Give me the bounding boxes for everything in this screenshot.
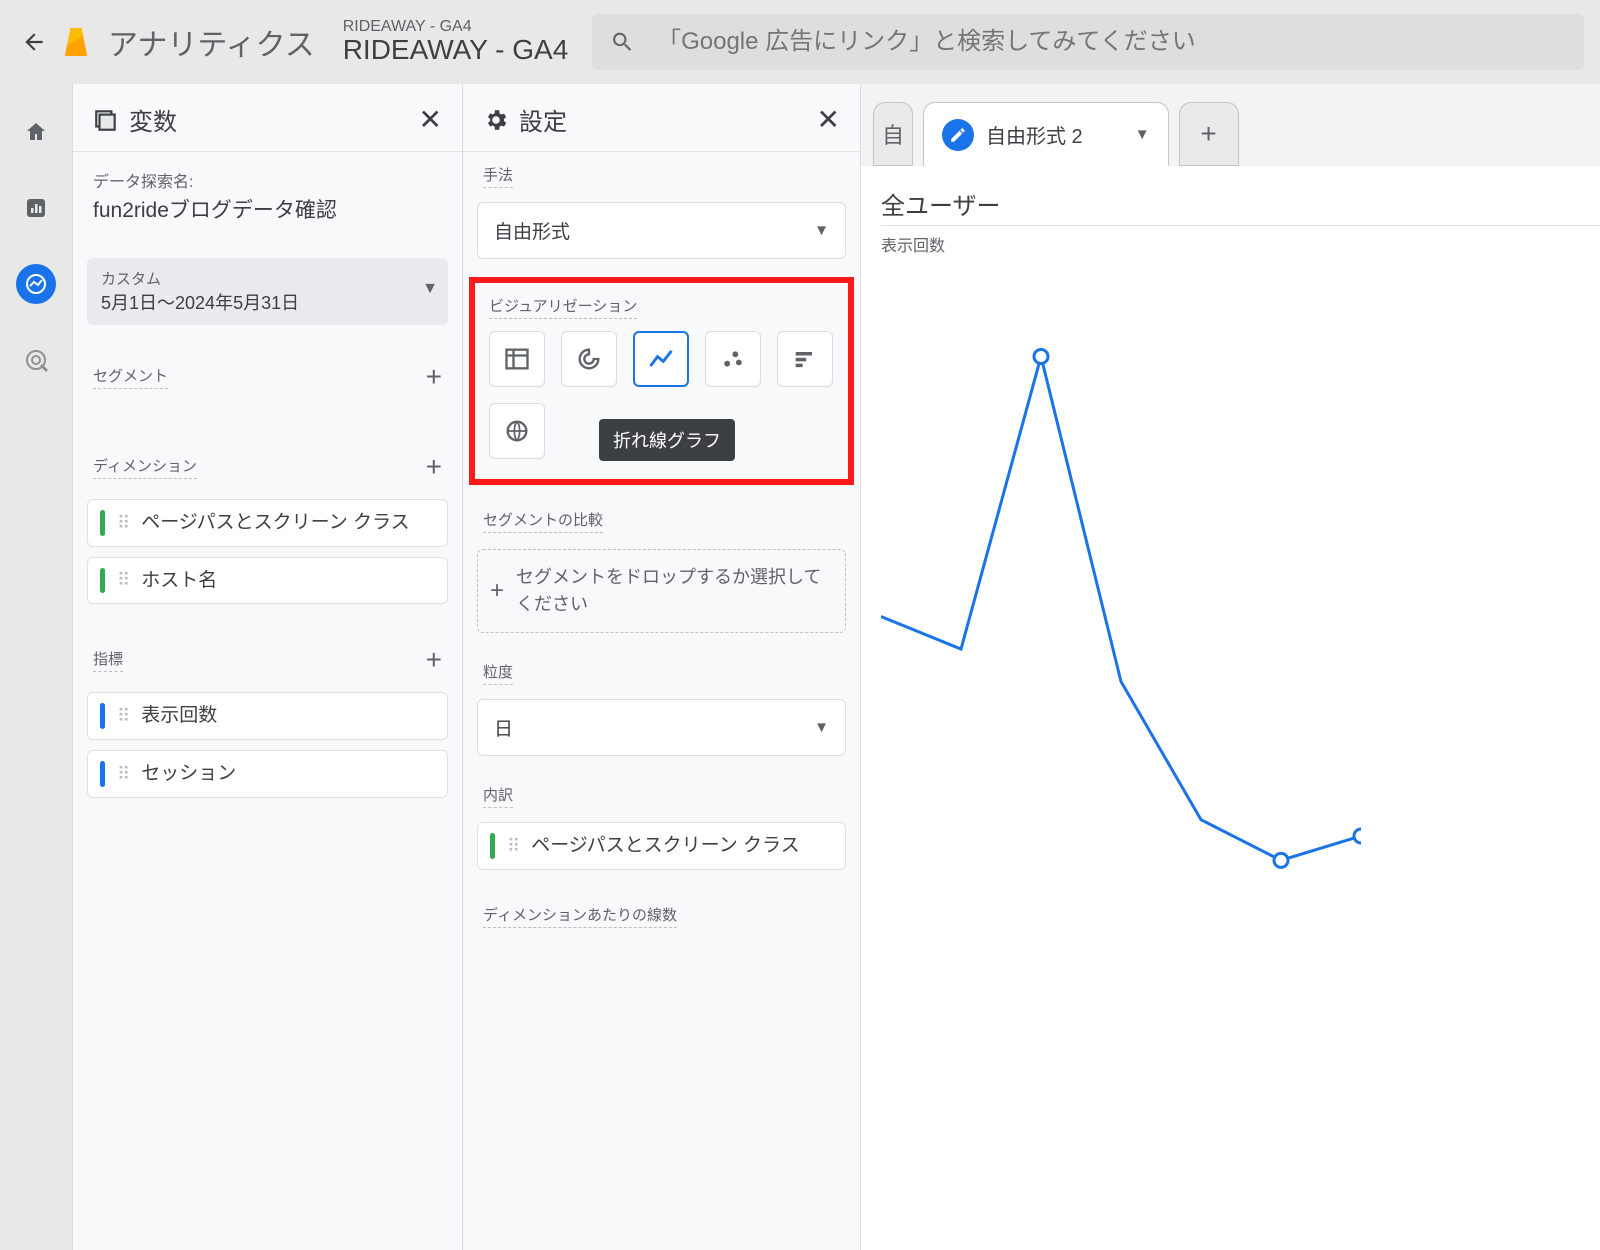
metrics-label: 指標 — [93, 648, 123, 672]
chevron-down-icon: ▼ — [422, 280, 438, 298]
metric-label: セッション — [141, 761, 236, 787]
close-settings-button[interactable]: ✕ — [817, 103, 840, 136]
chevron-down-icon: ▼ — [814, 222, 829, 239]
gear-icon — [483, 107, 509, 133]
metric-chip[interactable]: ⠿ セッション — [87, 750, 448, 798]
breakdown-chip[interactable]: ⠿ ページパスとスクリーン クラス — [477, 822, 846, 870]
metric-color-bar — [100, 761, 105, 787]
chart-subtitle: 表示回数 — [881, 232, 1600, 256]
segment-dropzone[interactable]: + セグメントをドロップするか選択してください — [477, 549, 846, 633]
chart-title: 全ユーザー — [881, 186, 1600, 226]
app-title: アナリティクス — [108, 20, 315, 64]
exploration-canvas: 自 自由形式 2 ▼ + 全ユーザー 表示回数 — [860, 84, 1600, 1250]
property-line2: RIDEAWAY - GA4 — [343, 35, 569, 66]
advertising-icon[interactable] — [16, 340, 56, 380]
tab-active[interactable]: 自由形式 2 ▼ — [923, 102, 1169, 166]
variables-title: 変数 — [129, 102, 177, 137]
viz-table-button[interactable] — [489, 331, 545, 387]
search-input[interactable] — [655, 27, 1566, 57]
dimensions-label: ディメンション — [93, 455, 197, 479]
variables-panel: 変数 ✕ データ探索名: fun2rideブログデータ確認 カスタム 5月1日～… — [72, 84, 462, 1250]
granularity-dropdown[interactable]: 日 ▼ — [477, 699, 846, 756]
dimension-chip[interactable]: ⠿ ページパスとスクリーン クラス — [87, 499, 448, 547]
dimension-color-bar — [100, 510, 105, 536]
viz-line-button[interactable] — [633, 331, 689, 387]
add-icon: + — [490, 573, 504, 609]
viz-donut-button[interactable] — [561, 331, 617, 387]
search-icon — [610, 29, 635, 55]
granularity-label: 粒度 — [483, 661, 513, 685]
grip-icon: ⠿ — [507, 842, 519, 850]
viz-scatter-button[interactable] — [705, 331, 761, 387]
close-variables-button[interactable]: ✕ — [419, 103, 442, 136]
segments-label: セグメント — [93, 365, 168, 389]
dimension-chip[interactable]: ⠿ ホスト名 — [87, 557, 448, 605]
lines-per-dim-label: ディメンションあたりの線数 — [483, 904, 677, 928]
metric-label: 表示回数 — [141, 703, 217, 729]
settings-panel: 設定 ✕ 手法 自由形式 ▼ ビジュアリゼーション 折れ線グラフ セグメントの比… — [462, 84, 860, 1250]
technique-dropdown[interactable]: 自由形式 ▼ — [477, 202, 846, 259]
property-selector[interactable]: RIDEAWAY - GA4 RIDEAWAY - GA4 — [343, 18, 569, 66]
settings-title: 設定 — [519, 102, 567, 137]
chevron-down-icon: ▼ — [1135, 126, 1150, 143]
metric-chip[interactable]: ⠿ 表示回数 — [87, 692, 448, 740]
visualization-label: ビジュアリゼーション — [489, 295, 637, 319]
viz-tooltip: 折れ線グラフ — [599, 419, 735, 461]
segment-compare-label: セグメントの比較 — [483, 509, 603, 533]
add-segment-button[interactable]: + — [426, 361, 442, 393]
tab-label: 自由形式 2 — [986, 120, 1083, 149]
home-icon[interactable] — [16, 112, 56, 152]
tab-collapsed[interactable]: 自 — [873, 102, 913, 166]
variables-icon — [93, 107, 119, 133]
add-tab-button[interactable]: + — [1179, 102, 1239, 166]
add-dimension-button[interactable]: + — [426, 451, 442, 483]
grip-icon: ⠿ — [117, 576, 129, 584]
exploration-name[interactable]: fun2rideブログデータ確認 — [73, 194, 462, 244]
add-metric-button[interactable]: + — [426, 644, 442, 676]
left-nav — [0, 84, 72, 1250]
dimension-label: ページパスとスクリーン クラス — [141, 510, 409, 536]
technique-label: 手法 — [483, 164, 513, 188]
dimension-label: ホスト名 — [141, 568, 217, 594]
reports-icon[interactable] — [16, 188, 56, 228]
granularity-value: 日 — [494, 714, 513, 741]
property-line1: RIDEAWAY - GA4 — [343, 18, 569, 36]
explore-icon[interactable] — [16, 264, 56, 304]
back-button[interactable] — [16, 24, 52, 60]
metric-color-bar — [100, 703, 105, 729]
exploration-name-label: データ探索名: — [73, 152, 462, 194]
line-chart — [881, 306, 1361, 986]
dimension-color-bar — [100, 568, 105, 594]
grip-icon: ⠿ — [117, 519, 129, 527]
viz-geo-button[interactable] — [489, 403, 545, 459]
date-range-picker[interactable]: カスタム 5月1日～2024年5月31日 ▼ — [87, 258, 448, 325]
date-range-custom: カスタム — [101, 268, 408, 289]
search-bar[interactable] — [592, 14, 1584, 70]
dimension-color-bar — [490, 833, 495, 859]
grip-icon: ⠿ — [117, 712, 129, 720]
date-range-value: 5月1日～2024年5月31日 — [101, 289, 408, 315]
grip-icon: ⠿ — [117, 770, 129, 778]
breakdown-label: 内訳 — [483, 784, 513, 808]
analytics-logo-icon — [62, 28, 90, 56]
pencil-icon — [942, 119, 974, 151]
segment-drop-text: セグメントをドロップするか選択してください — [516, 564, 833, 618]
breakdown-value: ページパスとスクリーン クラス — [531, 833, 799, 859]
chevron-down-icon: ▼ — [814, 719, 829, 736]
viz-bar-button[interactable] — [777, 331, 833, 387]
visualization-section: ビジュアリゼーション 折れ線グラフ — [469, 277, 854, 485]
technique-value: 自由形式 — [494, 217, 570, 244]
